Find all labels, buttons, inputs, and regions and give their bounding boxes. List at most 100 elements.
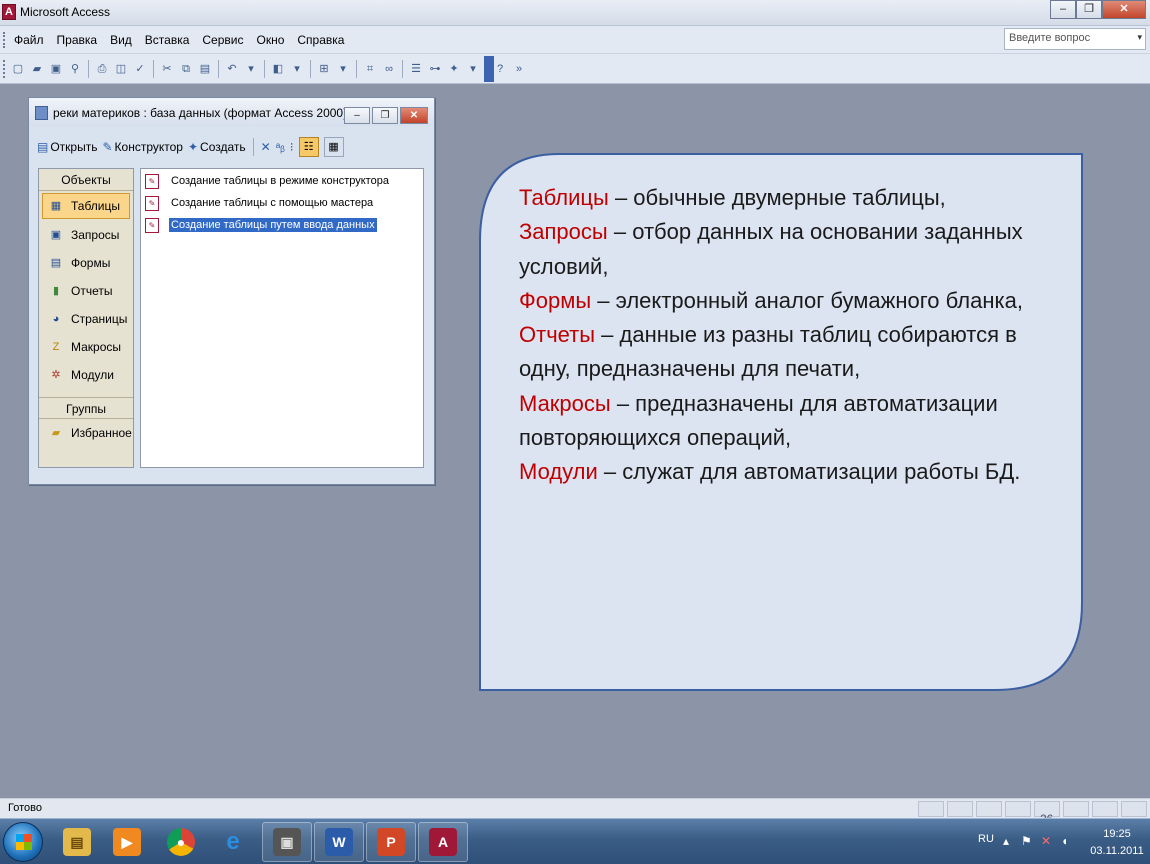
status-cell [918,801,944,817]
open-button[interactable]: ▤ Открыть [37,140,97,154]
analyze-icon[interactable]: ⊞ [316,61,332,77]
list-item-label: Создание таблицы в режиме конструктора [171,175,389,187]
menu-help[interactable]: Справка [297,33,344,47]
clock[interactable]: 19:25 03.11.2011 [1087,826,1147,860]
object-modules-label: Модули [71,368,114,382]
status-cell [976,801,1002,817]
menu-view[interactable]: Вид [110,33,132,47]
chrome-icon: ● [167,828,195,856]
menu-window[interactable]: Окно [256,33,284,47]
paste-icon[interactable]: ▤ [197,61,213,77]
small-icons-icon[interactable]: ⁝ [290,140,294,154]
network-icon[interactable]: ✕ [1041,834,1051,848]
status-text: Готово [8,802,42,814]
list-item[interactable]: ✎ Создание таблицы путем ввода данных [145,216,377,234]
taskbar-chrome[interactable]: ● [156,822,206,862]
undo-icon[interactable]: ↶ [224,61,240,77]
taskbar-powerpoint[interactable]: P [366,822,416,862]
preview-icon[interactable]: ◫ [113,61,129,77]
copy-icon[interactable]: ⧉ [178,61,194,77]
create-button[interactable]: ✦ Создать [188,140,246,154]
status-bar: Готово [0,798,1150,818]
analyze-dropdown-icon[interactable]: ▾ [335,61,351,77]
create-table-icon: ✎ [145,217,159,233]
maximize-button[interactable]: ❐ [1076,0,1102,19]
taskbar-media-player[interactable]: ▶ [102,822,152,862]
menu-edit[interactable]: Правка [57,33,98,47]
volume-icon[interactable]: ◖ [1061,834,1068,848]
start-button[interactable] [3,822,43,862]
list-view-button[interactable]: ☷ [298,137,319,157]
object-macros[interactable]: Z Макросы [39,333,133,361]
delete-icon[interactable]: ✕ [261,140,271,154]
menu-bar: Файл Правка Вид Вставка Сервис Окно Спра… [0,26,1150,54]
menu-tools[interactable]: Сервис [202,33,243,47]
objects-header[interactable]: Объекты [39,169,133,191]
create-button-label: Создать [200,140,246,154]
db-maximize-button[interactable]: ❐ [372,107,398,124]
help-search-placeholder: Введите вопрос [1009,32,1091,44]
object-tables[interactable]: ▦ Таблицы [42,193,130,219]
relationships-icon[interactable]: ⊶ [427,61,443,77]
language-indicator[interactable]: RU [978,833,994,845]
new-object-dropdown-icon[interactable]: ▾ [465,61,481,77]
database-window-titlebar[interactable]: реки материков : база данных (формат Acc… [29,98,434,126]
code-icon[interactable]: ⌗ [362,61,378,77]
taskbar: ▤ ▶ ● e ▣ W P A RU ▴ ⚑ ✕ ◖ 19:25 03.11.2… [0,818,1150,864]
taskbar-word[interactable]: W [314,822,364,862]
group-favorites[interactable]: ▰ Избранное [39,419,133,447]
list-item[interactable]: ✎ Создание таблицы в режиме конструктора [145,172,391,190]
taskbar-app[interactable]: ▣ [262,822,312,862]
action-center-flag-icon[interactable]: ⚑ [1021,834,1032,848]
create-table-icon: ✎ [145,195,159,211]
groups-header[interactable]: Группы [39,397,133,419]
designer-button[interactable]: ✎ Конструктор [102,140,182,154]
spelling-icon[interactable]: ✓ [132,61,148,77]
db-minimize-button[interactable]: – [344,107,370,124]
close-button[interactable]: ✕ [1102,0,1146,19]
print-icon[interactable]: ⎙ [94,61,110,77]
term-tables: Таблицы [519,185,609,210]
cut-icon[interactable]: ✂ [159,61,175,77]
title-bar: A Microsoft Access – ❐ ✕ [0,0,1150,26]
status-cell [1005,801,1031,817]
object-queries[interactable]: ▣ Запросы [39,221,133,249]
save-icon[interactable]: ▣ [48,61,64,77]
menu-grip[interactable] [3,32,6,48]
search-icon[interactable]: ⚲ [67,61,83,77]
db-close-button[interactable]: ✕ [400,107,428,124]
object-pages[interactable]: ◕ Страницы [39,305,133,333]
taskbar-internet-explorer[interactable]: e [208,822,258,862]
links-dropdown-icon[interactable]: ▾ [289,61,305,77]
details-view-button[interactable]: ▦ [323,137,344,157]
minimize-button[interactable]: – [1050,0,1076,19]
taskbar-access[interactable]: A [418,822,468,862]
properties-icon[interactable]: ☰ [408,61,424,77]
favorites-folder-icon: ▰ [51,427,61,439]
new-icon[interactable]: ▢ [10,61,26,77]
access-icon: A [429,828,457,856]
object-forms[interactable]: ▤ Формы [39,249,133,277]
taskbar-explorer[interactable]: ▤ [52,822,102,862]
office-links-icon[interactable]: ◧ [270,61,286,77]
script-icon[interactable]: ∞ [381,61,397,77]
open-icon[interactable]: ▰ [29,61,45,77]
toolbar-overflow-handle[interactable] [484,56,494,82]
media-player-icon: ▶ [113,828,141,856]
menu-file[interactable]: Файл [14,33,44,47]
toolbar-grip[interactable] [3,60,5,78]
show-hidden-icons-icon[interactable]: ▴ [1003,834,1009,848]
large-icons-icon[interactable]: ᵃᵦ [276,140,285,154]
term-modules: Модули [519,459,598,485]
def-tables: – обычные двумерные таблицы, [608,185,946,210]
list-item[interactable]: ✎ Создание таблицы с помощью мастера [145,194,375,212]
new-object-icon[interactable]: ✦ [446,61,462,77]
help-dropdown-icon[interactable]: ▾ [1137,32,1142,43]
menu-insert[interactable]: Вставка [145,33,190,47]
object-modules[interactable]: ✲ Модули [39,361,133,389]
help-icon[interactable]: ? [492,61,508,77]
toolbar-options-icon[interactable]: » [511,61,527,77]
help-search-input[interactable]: Введите вопрос ▾ [1004,28,1146,50]
object-reports[interactable]: ▮ Отчеты [39,277,133,305]
undo-dropdown-icon[interactable]: ▾ [243,61,259,77]
